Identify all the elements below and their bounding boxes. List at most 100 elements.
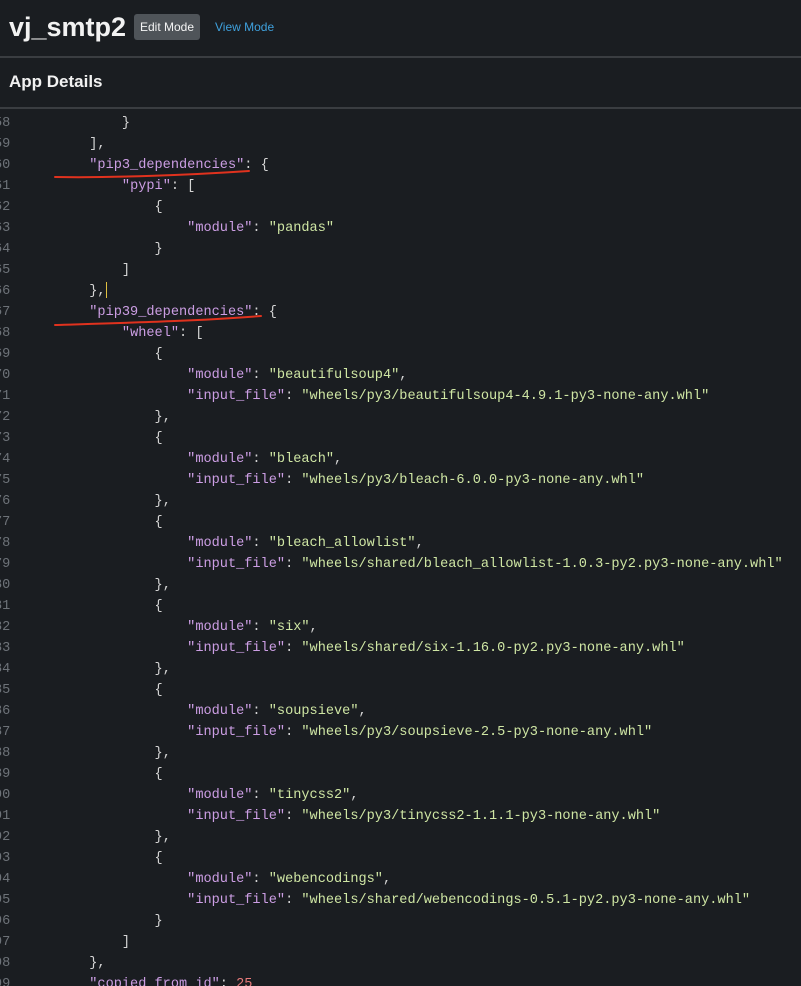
code-text: "pip3_dependencies": { (24, 155, 269, 176)
code-text: "input_file": "wheels/shared/webencoding… (24, 890, 750, 911)
code-line: 74 "module": "bleach", (0, 449, 801, 470)
json-string: "six" (268, 620, 310, 635)
line-number: 75 (0, 473, 11, 488)
code-text: { (24, 344, 163, 365)
json-punct: { (154, 599, 163, 614)
json-key: "input_file" (187, 641, 286, 656)
json-punct: : (252, 704, 269, 719)
code-line: 59 ], (0, 134, 801, 155)
code-line: 78 "module": "bleach_allowlist", (0, 533, 801, 554)
code-text: { (24, 764, 163, 785)
code-line: 66 }, (0, 281, 801, 302)
line-number: 98 (0, 956, 11, 971)
json-punct: : { (244, 158, 269, 173)
code-text: { (24, 512, 163, 533)
code-text: { (24, 596, 163, 617)
code-line: 94 "module": "webencodings", (0, 869, 801, 890)
line-number: 65 (0, 263, 11, 278)
code-line: 91 "input_file": "wheels/py3/tinycss2-1.… (0, 806, 801, 827)
code-text: { (24, 848, 163, 869)
json-key: "module" (187, 620, 253, 635)
line-number: 60 (0, 158, 11, 173)
view-mode-link[interactable]: View Mode (215, 20, 274, 34)
json-string: "wheels/shared/six-1.16.0-py2.py3-none-a… (301, 641, 685, 656)
line-number: 90 (0, 788, 11, 803)
code-line: 82 "module": "six", (0, 617, 801, 638)
code-line: 75 "input_file": "wheels/py3/bleach-6.0.… (0, 470, 801, 491)
json-punct: , (415, 536, 424, 551)
line-number: 74 (0, 452, 11, 467)
code-line: 99 "copied_from_id": 25 (0, 974, 801, 986)
json-string: "webencodings" (268, 872, 383, 887)
code-line: 83 "input_file": "wheels/shared/six-1.16… (0, 638, 801, 659)
code-text: ] (24, 932, 130, 953)
json-punct: }, (154, 410, 171, 425)
json-punct: { (154, 851, 163, 866)
code-line: 73 { (0, 428, 801, 449)
json-string: "wheels/py3/beautifulsoup4-4.9.1-py3-non… (301, 389, 710, 404)
code-text: "input_file": "wheels/py3/beautifulsoup4… (24, 386, 709, 407)
code-line: 84 }, (0, 659, 801, 680)
json-punct: }, (154, 578, 171, 593)
code-text: "input_file": "wheels/py3/tinycss2-1.1.1… (24, 806, 660, 827)
json-string: "wheels/py3/tinycss2-1.1.1-py3-none-any.… (301, 809, 661, 824)
code-text: "input_file": "wheels/shared/six-1.16.0-… (24, 638, 685, 659)
code-text: { (24, 428, 163, 449)
code-text: "module": "bleach_allowlist", (24, 533, 424, 554)
json-punct: }, (154, 830, 171, 845)
line-number: 97 (0, 935, 11, 950)
code-line: 76 }, (0, 491, 801, 512)
code-line: 72 }, (0, 407, 801, 428)
code-line: 79 "input_file": "wheels/shared/bleach_a… (0, 554, 801, 575)
json-key: "module" (187, 704, 253, 719)
json-string: "bleach_allowlist" (268, 536, 416, 551)
line-number: 68 (0, 326, 11, 341)
json-punct: : (252, 452, 269, 467)
json-key: "input_file" (187, 473, 286, 488)
json-string: "wheels/shared/bleach_allowlist-1.0.3-py… (301, 557, 783, 572)
json-punct: { (154, 767, 163, 782)
app-title: vj_smtp2 (9, 12, 127, 42)
json-punct: { (154, 683, 163, 698)
json-punct: : (252, 620, 269, 635)
json-punct: , (382, 872, 392, 887)
json-punct: : [ (170, 179, 196, 194)
json-punct: { (154, 200, 163, 215)
json-key: "wheel" (121, 326, 180, 341)
json-punct: } (121, 116, 131, 131)
code-text: ], (24, 134, 105, 155)
code-line: 89 { (0, 764, 801, 785)
code-text: "input_file": "wheels/py3/bleach-6.0.0-p… (24, 470, 644, 491)
code-line: 77 { (0, 512, 801, 533)
json-punct: : { (252, 305, 277, 320)
line-number: 70 (0, 368, 11, 383)
json-punct: ] (121, 263, 131, 278)
json-string: "tinycss2" (268, 788, 351, 803)
line-number: 59 (0, 137, 11, 152)
json-string: "soupsieve" (268, 704, 359, 719)
edit-mode-button[interactable]: Edit Mode (134, 14, 201, 40)
code-text: "module": "pandas" (24, 218, 334, 239)
code-text: }, (24, 575, 171, 596)
code-line: 96 } (0, 911, 801, 932)
line-number: 84 (0, 662, 11, 677)
code-editor[interactable]: 58 }59 ],60 "pip3_dependencies": {61 "py… (0, 112, 801, 986)
code-text: } (24, 911, 163, 932)
json-key: "module" (187, 536, 253, 551)
json-key: "input_file" (187, 809, 286, 824)
code-line: 86 "module": "soupsieve", (0, 701, 801, 722)
line-number: 67 (0, 305, 11, 320)
json-punct: } (154, 242, 163, 257)
code-text: "module": "six", (24, 617, 318, 638)
code-line: 71 "input_file": "wheels/py3/beautifulso… (0, 386, 801, 407)
line-number: 82 (0, 620, 11, 635)
json-punct: : (285, 557, 302, 572)
code-line: 60 "pip3_dependencies": { (0, 155, 801, 176)
code-line: 92 }, (0, 827, 801, 848)
code-text: }, (24, 743, 171, 764)
code-line: 69 { (0, 344, 801, 365)
code-line: 80 }, (0, 575, 801, 596)
line-number: 88 (0, 746, 11, 761)
json-key: "pypi" (121, 179, 171, 194)
line-number: 78 (0, 536, 11, 551)
